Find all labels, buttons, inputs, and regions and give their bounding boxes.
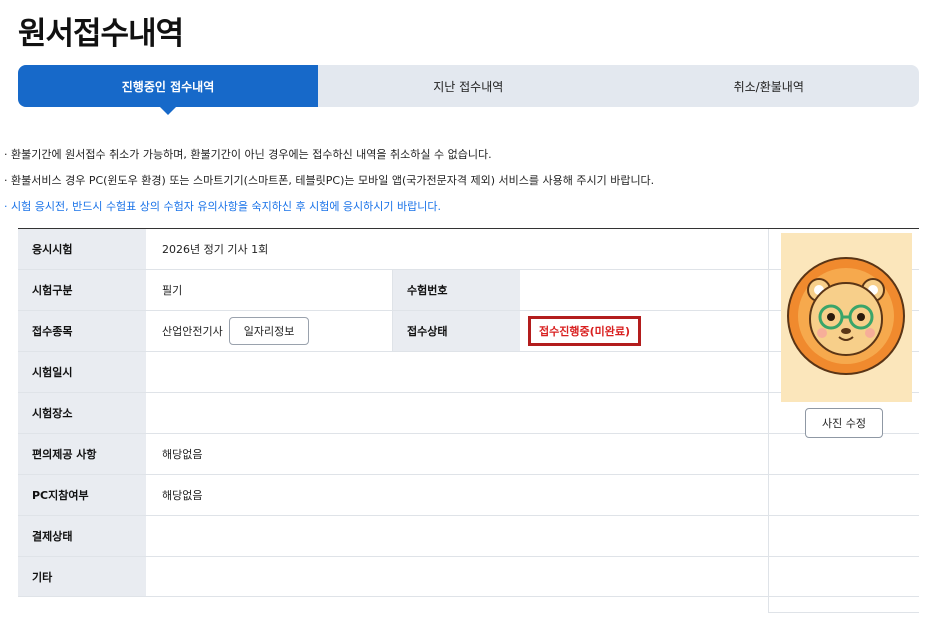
applicant-photo [781,233,912,402]
pc-label: PC지참여부 [18,475,146,515]
notice-refund-service: · 환불서비스 경우 PC(윈도우 환경) 또는 스마트기기(스마트폰, 테블릿… [4,174,655,187]
status-label: 접수상태 [392,311,520,351]
exam-date-value [146,352,768,392]
convenience-value: 해당없음 [162,448,203,461]
notice-list: · 환불기간에 원서접수 취소가 가능하며, 환불기간이 아닌 경우에는 접수하… [4,142,654,220]
notice-refund-period: · 환불기간에 원서접수 취소가 가능하며, 환불기간이 아닌 경우에는 접수하… [4,148,492,161]
subject-label: 접수종목 [18,311,146,351]
pc-value: 해당없음 [162,489,203,502]
job-info-button[interactable]: 일자리정보 [228,317,310,345]
status-cell: 접수진행중(미완료) [520,311,768,351]
tab-past[interactable]: 지난 접수내역 [318,65,619,107]
subject-cell: 산업안전기사 일자리정보 [146,311,392,351]
payment-value [146,516,768,556]
etc-label: 기타 [18,557,146,596]
payment-label: 결제상태 [18,516,146,556]
convenience-label: 편의제공 사항 [18,434,146,474]
photo-column: 사진 수정 [768,229,919,613]
page-title: 원서접수내역 [18,16,184,52]
etc-value [146,557,768,596]
exam-place-value [146,393,768,433]
exam-type-label: 시험구분 [18,270,146,310]
exam-type-value: 필기 [162,284,183,297]
tab-in-progress[interactable]: 진행중인 접수내역 [18,65,318,115]
exam-date-label: 시험일시 [18,352,146,392]
status-badge: 접수진행중(미완료) [528,316,642,346]
exam-label: 응시시험 [18,229,146,269]
photo-edit-button[interactable]: 사진 수정 [805,408,883,438]
exam-value: 2026년 정기 기사 1회 [162,243,269,256]
exam-number-value [520,270,768,310]
notice-exam-caution: · 시험 응시전, 반드시 수험표 상의 수험자 유의사항을 숙지하신 후 시험… [4,200,442,213]
subject-value: 산업안전기사 [162,325,223,338]
exam-place-label: 시험장소 [18,393,146,433]
tab-bar: 진행중인 접수내역 지난 접수내역 취소/환불내역 [18,65,920,115]
tab-cancel-refund[interactable]: 취소/환불내역 [619,65,920,107]
lion-avatar-icon [787,257,905,375]
exam-number-label: 수험번호 [392,270,520,310]
